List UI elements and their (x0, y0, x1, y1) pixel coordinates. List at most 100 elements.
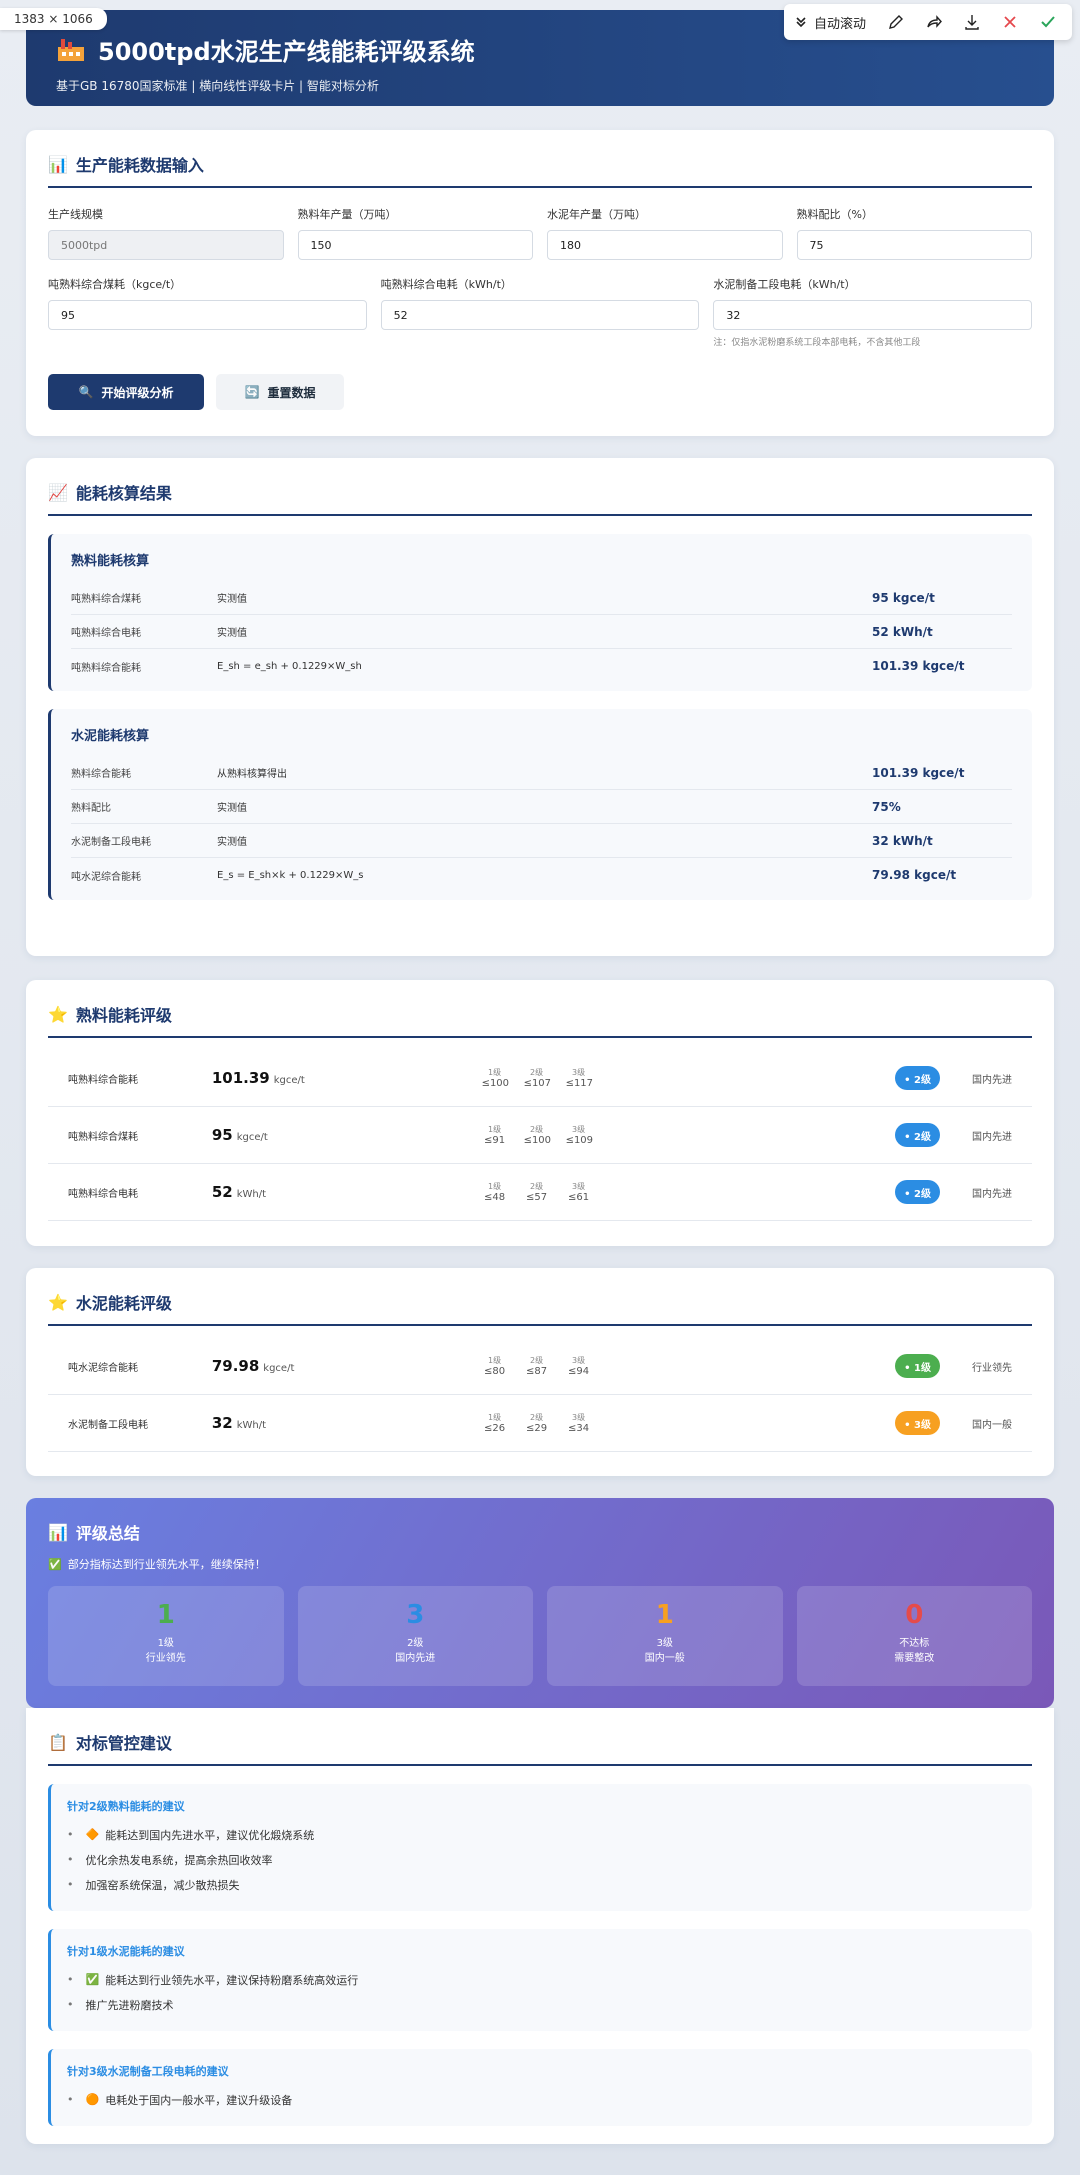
close-icon (1004, 16, 1016, 28)
calc-method: 实测值 (217, 803, 247, 814)
input-field-group: 生产线规模 5000tpd (48, 206, 284, 260)
advice-text: 优化余热发电系统，提高余热回收效率 (85, 1853, 273, 1867)
page-subtitle: 基于GB 16780国家标准 | 横向线性评级卡片 | 智能对标分析 (56, 79, 379, 93)
auto-scroll-button[interactable]: 自动滚动 (794, 13, 872, 32)
rating-value: 95 kgce/t (212, 1126, 482, 1144)
cement-rating-title: ⭐ 水泥能耗评级 (48, 1290, 1032, 1326)
summary-title-text: 评级总结 (75, 1524, 140, 1543)
rating-value: 32 kWh/t (212, 1414, 482, 1432)
grade-description: 行业领先 (972, 1362, 1012, 1374)
level-threshold: 3级 ≤61 (566, 1181, 592, 1203)
advice-item: ✅ 能耗达到行业领先水平，建议保持粉磨系统高效运行 (67, 1967, 1016, 1992)
input-card-title: 📊 生产能耗数据输入 (48, 152, 1032, 188)
level-threshold: 3级 ≤34 (566, 1412, 592, 1434)
field-input[interactable]: 75 (796, 230, 1032, 260)
calc-row: 熟料综合能耗 从熟料核算得出 101.39 kgce/t (71, 756, 1012, 790)
field-note: 注：仅指水泥粉磨系统工段本部电耗，不含其他工段 (713, 338, 921, 348)
summary-stat-desc: 行业领先 (145, 1653, 186, 1664)
clinker-rating-card: ⭐ 熟料能耗评级 吨熟料综合能耗 101.39 kgce/t 1级 ≤100 2级 ≤107… (26, 980, 1054, 1246)
diamond-icon: 🔶 (85, 1828, 100, 1841)
level-threshold: 2级 ≤100 (524, 1124, 551, 1146)
field-label: 水泥年产量（万吨） (547, 208, 646, 221)
calc-row: 吨熟料综合电耗 实测值 52 kWh/t (71, 615, 1012, 649)
double-chevron-down-icon (796, 17, 806, 28)
field-input[interactable]: 32 (713, 300, 1033, 330)
level-threshold: 2级 ≤57 (524, 1181, 550, 1203)
rating-number: 32 (211, 1414, 233, 1432)
level-threshold: 3级 ≤117 (565, 1067, 594, 1089)
edit-button[interactable] (882, 8, 910, 36)
advice-text: 能耗达到国内先进水平，建议优化煅烧系统 (105, 1828, 315, 1842)
rating-row: 吨熟料综合电耗 52 kWh/t 1级 ≤48 2级 ≤57 3级 ≤61 • 2级 国内先进 (48, 1164, 1032, 1221)
summary-stat-label: 不达标 需要整改 (797, 1636, 1033, 1666)
field-input[interactable]: 180 (547, 230, 783, 260)
summary-stat-level: 1级 (157, 1638, 174, 1649)
level-threshold: 1级 ≤80 (482, 1355, 508, 1377)
green-check-icon: ✅ (85, 1973, 100, 1986)
summary-stat-desc: 国内一般 (644, 1653, 685, 1664)
clinker-rating-title-text: 熟料能耗评级 (75, 1006, 172, 1025)
confirm-button[interactable] (1034, 8, 1062, 36)
rating-value: 52 kWh/t (212, 1183, 482, 1201)
level-value: ≤34 (568, 1423, 590, 1434)
level-value: ≤107 (523, 1078, 552, 1089)
calc-row: 吨水泥综合能耗 E_s = E_sh×k + 0.1229×W_s 79.98 kg… (71, 858, 1012, 892)
level-threshold: 2级 ≤107 (523, 1067, 552, 1089)
level-thresholds: 1级 ≤91 2级 ≤100 3级 ≤109 (482, 1124, 896, 1146)
summary-title: 📊 评级总结 (48, 1520, 1032, 1544)
close-button[interactable] (996, 8, 1024, 36)
grade-badge: • 2级 (895, 1066, 941, 1090)
rating-row: 水泥制备工段电耗 32 kWh/t 1级 ≤26 2级 ≤29 3级 ≤34 • 3级 国内一般 (48, 1395, 1032, 1452)
level-value: ≤80 (484, 1366, 506, 1377)
summary-stat-label: 2级 国内先进 (298, 1636, 534, 1666)
calc-item-name: 吨水泥综合能耗 (71, 871, 141, 883)
summary-card: 📊 评级总结 ✅ 部分指标达到行业领先水平，继续保持！ 1 1级 行业领先 3 2级 国内… (26, 1498, 1054, 1708)
input-field-group: 熟料配比（%） 75 (796, 206, 1032, 260)
cement-calc-title: 水泥能耗核算 (71, 729, 150, 744)
level-thresholds: 1级 ≤48 2级 ≤57 3级 ≤61 (482, 1181, 896, 1203)
reset-data-button[interactable]: 🔄 重置数据 (216, 374, 344, 410)
level-value: ≤87 (526, 1366, 548, 1377)
calc-item-name: 吨熟料综合能耗 (71, 662, 141, 674)
reset-data-label: 重置数据 (267, 385, 316, 400)
level-name: 3级 (572, 1413, 586, 1422)
clinker-calc-title: 熟料能耗核算 (71, 554, 150, 569)
calc-method: 从熟料核算得出 (217, 769, 287, 780)
rating-value: 79.98 kgce/t (212, 1357, 482, 1375)
rating-item-name: 吨水泥综合能耗 (68, 1362, 138, 1374)
summary-stat-box: 1 3级 国内一般 (547, 1586, 783, 1686)
level-threshold: 3级 ≤109 (566, 1124, 593, 1146)
advice-item: 加强窑系统保温，减少散热损失 (67, 1872, 1016, 1897)
start-analysis-button[interactable]: 🔍 开始评级分析 (48, 374, 204, 410)
field-input[interactable]: 150 (297, 230, 533, 260)
level-name: 2级 (530, 1413, 544, 1422)
summary-stat-desc: 需要整改 (894, 1653, 935, 1664)
input-title-text: 生产能耗数据输入 (75, 156, 204, 175)
level-threshold: 1级 ≤91 (482, 1124, 508, 1146)
advice-group: 针对1级水泥能耗的建议 ✅ 能耗达到行业领先水平，建议保持粉磨系统高效运行推广先进粉… (48, 1929, 1032, 2031)
level-value: ≤117 (565, 1078, 594, 1089)
share-button[interactable] (920, 8, 948, 36)
summary-message-text: 部分指标达到行业领先水平，继续保持！ (67, 1558, 266, 1571)
level-name: 1级 (488, 1356, 502, 1365)
level-name: 3级 (572, 1125, 586, 1134)
level-name: 2级 (530, 1068, 544, 1077)
summary-stat-number: 1 (655, 1600, 674, 1630)
advice-group: 针对2级熟料能耗的建议 🔶 能耗达到国内先进水平，建议优化煅烧系统优化余热发电系统，… (48, 1784, 1032, 1911)
clinker-rating-title: ⭐ 熟料能耗评级 (48, 1002, 1032, 1038)
calc-row: 熟料配比 实测值 75% (71, 790, 1012, 824)
level-value: ≤61 (568, 1192, 590, 1203)
summary-stat-level: 2级 (407, 1638, 424, 1649)
field-input[interactable]: 52 (380, 300, 700, 330)
calc-item-name: 吨熟料综合电耗 (71, 628, 141, 639)
summary-stat-number: 3 (406, 1600, 425, 1630)
download-button[interactable] (958, 8, 986, 36)
level-threshold: 3级 ≤94 (566, 1355, 592, 1377)
level-thresholds: 1级 ≤80 2级 ≤87 3级 ≤94 (482, 1355, 896, 1377)
advice-group-title: 针对2级熟料能耗的建议 (67, 1800, 185, 1813)
rating-item-name: 吨熟料综合能耗 (68, 1074, 138, 1086)
rating-number: 101.39 (211, 1069, 270, 1087)
cement-calc-block: 水泥能耗核算 熟料综合能耗 从熟料核算得出 101.39 kgce/t 熟料配比 实测值… (48, 709, 1032, 900)
level-thresholds: 1级 ≤26 2级 ≤29 3级 ≤34 (482, 1412, 896, 1434)
field-input[interactable]: 95 (48, 300, 367, 330)
